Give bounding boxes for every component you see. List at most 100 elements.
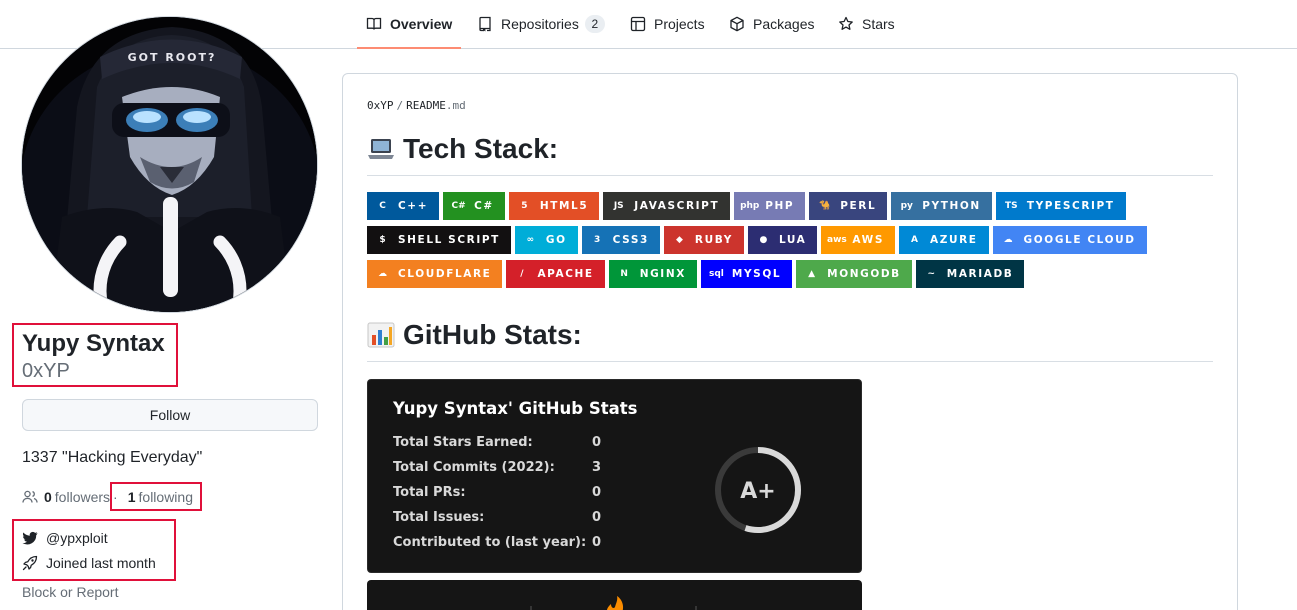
tab-projects-label: Projects [654,16,705,32]
tab-stars[interactable]: Stars [838,0,895,48]
fire-icon [606,596,624,610]
badge-logo-icon: php [740,201,760,211]
github-stats-heading: GitHub Stats: [367,319,582,351]
badge-ruby[interactable]: ◆ RUBY [663,226,744,254]
block-or-report-link[interactable]: Block or Report [22,584,118,600]
badge-apache[interactable]: / APACHE [506,260,605,288]
badge-label: PYTHON [922,200,981,212]
followers-label: followers [54,489,111,505]
badge-logo-icon: C# [451,201,466,211]
badge-lua[interactable]: ● LUA [747,226,818,254]
badge-label: JAVASCRIPT [634,200,720,212]
badge-label: PHP [765,200,795,212]
tab-stars-label: Stars [862,16,895,32]
badge-label: CLOUDFLARE [398,268,492,280]
badge-mysql[interactable]: sql MYSQL [700,260,793,288]
rocket-icon [22,555,38,571]
badge-c[interactable]: C# C# [443,192,505,220]
badge-google-cloud[interactable]: ☁ GOOGLE CLOUD [992,226,1147,254]
badge-logo-icon: ☁ [378,269,387,279]
badge-label: MONGODB [827,268,901,280]
bar-chart-icon [367,322,395,348]
repo-icon [477,16,493,32]
followers-link[interactable]: 0 followers [44,489,110,505]
rank-circle: A+ [715,447,801,533]
badge-logo-icon: aws [827,235,847,245]
badge-php[interactable]: php PHP [734,192,806,220]
tech-stack-heading: Tech Stack: [367,133,558,165]
tab-repositories[interactable]: Repositories 2 [477,0,605,48]
readme-owner-link[interactable]: 0xYP [367,99,394,112]
badge-mongodb[interactable]: ▲ MONGODB [796,260,912,288]
tab-projects[interactable]: Projects [630,0,705,48]
badge-label: APACHE [537,268,594,280]
book-icon [366,16,382,32]
badge-css3[interactable]: 3 CSS3 [581,226,660,254]
stat-value: 0 [592,485,602,500]
badge-logo-icon: $ [379,235,386,245]
badge-label: CSS3 [612,234,649,246]
badge-logo-icon: JS [613,201,624,211]
badge-perl[interactable]: 🐪 PERL [809,192,888,220]
badge-label: GOOGLE CLOUD [1023,234,1136,246]
stat-value: 0 [592,535,602,550]
star-icon [838,16,854,32]
badge-logo-icon: ~ [927,269,936,279]
badge-row-3: ☁ CLOUDFLARE / APACHE N NGINX sql MYSQL ▲ MONGODB… [367,260,1028,288]
badge-go[interactable]: ∞ GO [514,226,578,254]
badge-label: TYPESCRIPT [1026,200,1115,212]
badge-logo-icon: N [620,269,628,279]
badge-azure[interactable]: A AZURE [899,226,989,254]
stats-card-title: Yupy Syntax' GitHub Stats [393,399,638,418]
vcard-twitter[interactable]: @ypxploit [22,530,108,546]
badge-c[interactable]: C C++ [367,192,440,220]
badge-label: HTML5 [539,200,589,212]
badge-typescript[interactable]: TS TYPESCRIPT [995,192,1126,220]
github-stats-card[interactable]: Yupy Syntax' GitHub Stats Total Stars Ea… [367,379,862,573]
badge-logo-icon: sql [708,269,724,279]
readme-breadcrumb: 0xYP / README.md [367,99,466,112]
highlight-box-following [110,482,202,511]
badge-shell-script[interactable]: $ SHELL SCRIPT [367,226,511,254]
tab-overview[interactable]: Overview [356,0,462,49]
badge-label: NGINX [639,268,686,280]
vcard-joined: Joined last month [22,555,156,571]
tab-packages[interactable]: Packages [729,0,814,48]
badge-logo-icon: ◆ [675,235,683,245]
badge-logo-icon: ∞ [526,235,535,245]
badge-python[interactable]: py PYTHON [891,192,992,220]
breadcrumb-separator: / [396,99,404,112]
tech-stack-title: Tech Stack: [403,133,559,164]
badge-logo-icon: 🐪 [819,201,831,211]
badge-logo-icon: / [520,269,524,279]
repositories-count-badge: 2 [584,15,605,33]
follow-button[interactable]: Follow [22,399,318,431]
badge-nginx[interactable]: N NGINX [608,260,697,288]
badge-row-1: C C++ C# C# 5 HTML5 JS JAVASCRIPT php PHP 🐪 PERL py P… [367,192,1130,220]
table-icon [630,16,646,32]
divider [367,361,1213,362]
badge-label: MYSQL [731,268,782,280]
badge-mariadb[interactable]: ~ MARIADB [915,260,1025,288]
stat-value: 3 [592,460,602,475]
readme-file-link[interactable]: README [406,99,446,112]
badge-cloudflare[interactable]: ☁ CLOUDFLARE [367,260,503,288]
badge-javascript[interactable]: JS JAVASCRIPT [603,192,731,220]
profile-username: 0xYP [22,360,70,382]
badge-row-2: $ SHELL SCRIPT ∞ GO 3 CSS3 ◆ RUBY ● LUA aws AWS A AZU… [367,226,1151,254]
badge-label: SHELL SCRIPT [398,234,500,246]
stat-label: Contributed to (last year): [393,535,587,550]
divider [367,175,1213,176]
laptop-icon [367,138,395,160]
badge-html5[interactable]: 5 HTML5 [508,192,600,220]
badge-logo-icon: TS [1005,201,1018,211]
avatar[interactable]: GOT ROOT? [21,16,318,313]
tab-packages-label: Packages [753,16,815,32]
tab-overview-label: Overview [390,16,453,32]
profile-bio: 1337 "Hacking Everyday" [22,449,203,466]
badge-logo-icon: C [379,201,386,211]
streak-stats-card[interactable] [367,580,862,610]
stat-value: 0 [592,510,602,525]
tab-repositories-label: Repositories [501,16,579,32]
badge-aws[interactable]: aws AWS [821,226,896,254]
